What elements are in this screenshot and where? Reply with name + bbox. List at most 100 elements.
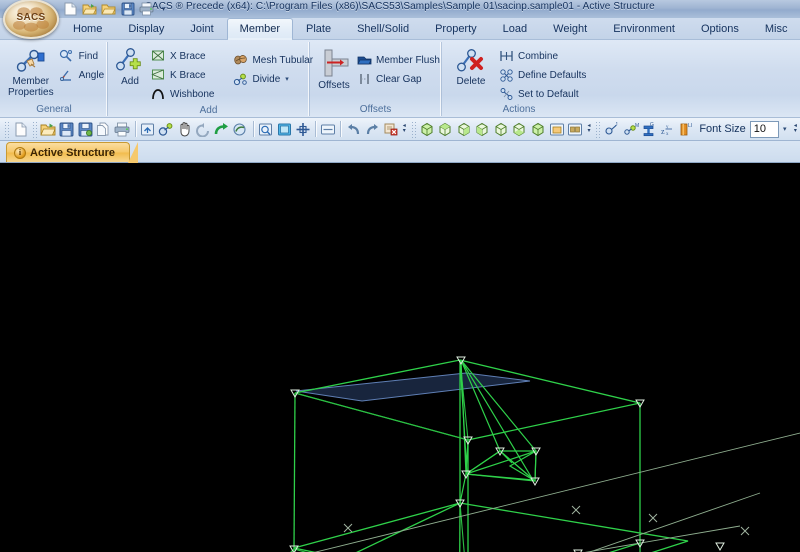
tab-environment[interactable]: Environment — [600, 18, 688, 39]
select-node-icon[interactable] — [157, 119, 176, 139]
combine-label: Combine — [518, 50, 559, 62]
joint-label-icon[interactable]: J — [603, 119, 622, 139]
view-top-icon[interactable] — [474, 119, 493, 139]
save-as-icon[interactable] — [76, 119, 95, 139]
tab-display[interactable]: Display — [115, 18, 177, 39]
general-small-buttons: Find Angle — [56, 45, 108, 84]
view-front-icon[interactable] — [437, 119, 456, 139]
divide-button[interactable]: Divide ▾ — [229, 70, 316, 88]
find-button[interactable]: Find — [56, 47, 108, 65]
tab-options[interactable]: Options — [688, 18, 752, 39]
view-custom-icon[interactable] — [529, 119, 548, 139]
view-iso-icon[interactable] — [418, 119, 437, 139]
member-properties-label-line1: Member — [12, 76, 50, 87]
delete-member-button[interactable]: Delete — [447, 45, 495, 87]
mesh-tubular-label: Mesh Tubular — [252, 54, 314, 66]
group-label-offsets: Offsets — [359, 104, 392, 115]
clear-gap-button[interactable]: Clear Gap — [353, 70, 443, 88]
add-member-button[interactable]: Add — [113, 45, 147, 87]
offsets-small-buttons: Member Flush Clear Gap — [353, 45, 443, 88]
delete-member-icon — [455, 46, 487, 76]
tab-load[interactable]: Load — [490, 18, 540, 39]
wishbone-icon — [150, 86, 166, 102]
member-label-icon[interactable]: M — [621, 119, 640, 139]
view-back-icon[interactable] — [492, 119, 511, 139]
fit-window-icon[interactable] — [319, 119, 338, 139]
toolbar-overflow-icon-1[interactable]: ◂ ▾ — [400, 119, 409, 139]
set-to-default-button[interactable]: Set to Default — [495, 85, 589, 103]
zoom-box-icon[interactable] — [275, 119, 294, 139]
x-brace-button[interactable]: X Brace — [147, 47, 217, 65]
define-defaults-button[interactable]: Define Defaults — [495, 66, 589, 84]
open-folder-icon[interactable] — [81, 1, 98, 17]
zoom-extents-icon[interactable] — [294, 119, 313, 139]
k-brace-button[interactable]: K Brace — [147, 66, 217, 84]
svg-text:M: M — [635, 123, 639, 129]
x-brace-label: X Brace — [170, 50, 206, 62]
redo-icon[interactable] — [363, 119, 382, 139]
tab-member[interactable]: Member — [226, 18, 294, 40]
x-brace-icon — [150, 48, 166, 64]
tab-joint[interactable]: Joint — [177, 18, 226, 39]
tab-property[interactable]: Property — [422, 18, 490, 39]
wishbone-button[interactable]: Wishbone — [147, 85, 217, 103]
angle-button[interactable]: Angle — [56, 66, 108, 84]
offsets-button[interactable]: Offsets — [315, 45, 353, 91]
refresh-view-icon[interactable] — [139, 119, 158, 139]
angle-icon — [59, 67, 75, 83]
view-save-icon[interactable] — [548, 119, 567, 139]
wishbone-label: Wishbone — [170, 88, 215, 100]
zoom-window-icon[interactable] — [257, 119, 276, 139]
new-document-icon[interactable] — [62, 1, 79, 17]
group-label-icon[interactable]: G — [640, 119, 659, 139]
toolbar-grip-2[interactable] — [31, 120, 38, 138]
print-icon[interactable] — [113, 119, 132, 139]
clear-gap-label: Clear Gap — [376, 73, 422, 85]
material-label-icon[interactable]: LI — [677, 119, 696, 139]
doctab-active-structure[interactable]: i Active Structure — [6, 142, 138, 163]
pan-hand-icon[interactable] — [176, 119, 195, 139]
delete-red-icon[interactable] — [381, 119, 400, 139]
print-icon[interactable] — [138, 1, 155, 17]
font-size-dropdown-icon[interactable]: ▾ — [779, 121, 791, 138]
mesh-tubular-button[interactable]: Mesh Tubular — [229, 51, 316, 69]
tab-weight[interactable]: Weight — [540, 18, 600, 39]
view-bottom-icon[interactable] — [511, 119, 530, 139]
member-flush-button[interactable]: Member Flush — [353, 51, 443, 69]
tab-misc[interactable]: Misc — [752, 18, 800, 39]
svg-text:LI: LI — [688, 123, 692, 129]
new-file-icon[interactable] — [11, 119, 30, 139]
ribbon-group-add: Add X Brace K Brace Wishbone Mesh Tubula… — [109, 42, 313, 116]
divide-caret-icon[interactable]: ▾ — [285, 75, 289, 83]
toolbar-overflow-icon-3[interactable]: ◂ ▾ — [791, 119, 800, 139]
font-size-input[interactable]: 10 — [749, 120, 779, 138]
combine-button[interactable]: Combine — [495, 47, 589, 65]
open-file-icon[interactable] — [39, 119, 58, 139]
redo-view-icon[interactable] — [231, 119, 250, 139]
save-icon[interactable] — [119, 1, 136, 17]
axis-label-icon[interactable]: zyx — [658, 119, 677, 139]
tab-shell-solid[interactable]: Shell/Solid — [344, 18, 422, 39]
tab-plate[interactable]: Plate — [293, 18, 344, 39]
toolbar-grip-4[interactable] — [595, 120, 601, 138]
rotate-left-icon[interactable] — [194, 119, 213, 139]
member-properties-button[interactable]: Member Properties — [6, 45, 56, 98]
find-label: Find — [78, 50, 99, 62]
save-icon[interactable] — [58, 119, 77, 139]
undo-arrow-icon[interactable] — [213, 119, 232, 139]
undo-icon[interactable] — [344, 119, 363, 139]
toolbar-grip-3[interactable] — [410, 120, 416, 138]
view-list-icon[interactable] — [566, 119, 585, 139]
view-side-icon[interactable] — [455, 119, 474, 139]
folder-icon[interactable] — [100, 1, 117, 17]
offsets-label: Offsets — [318, 80, 350, 91]
copy-page-icon[interactable] — [95, 119, 114, 139]
model-viewport-3d[interactable] — [0, 163, 800, 552]
tab-home[interactable]: Home — [60, 18, 115, 39]
toolbar-grip-1[interactable] — [4, 120, 10, 138]
group-label-actions: Actions — [502, 104, 536, 115]
toolbar-overflow-icon-2[interactable]: ◂ ▾ — [585, 119, 594, 139]
qat-dropdown-icon[interactable]: ▾ — [157, 2, 170, 17]
sacs-application-orb[interactable]: SACS — [3, 0, 59, 39]
font-size-label: Font Size — [699, 123, 746, 135]
